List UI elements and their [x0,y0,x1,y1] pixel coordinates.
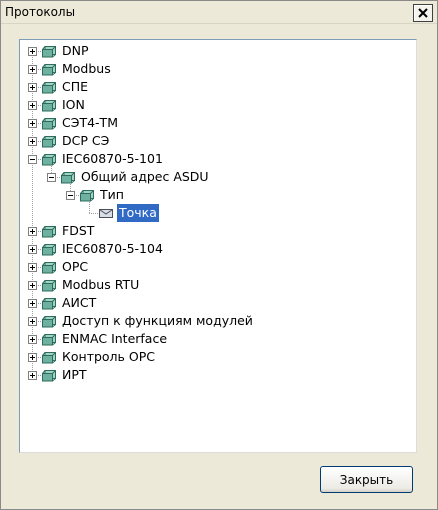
expand-icon[interactable] [28,137,37,146]
folder-icon [42,64,56,76]
collapse-icon[interactable] [28,155,37,164]
tree-item[interactable]: Modbus RTU [20,276,410,294]
tree-item[interactable]: Modbus [20,60,410,78]
tree-item[interactable]: Доступ к функциям модулей [20,312,410,330]
protocol-tree[interactable]: DNP Modbus СПЕ ION СЭТ4-ТМ DCP СЭ IEC60870-5-1… [19,39,417,453]
folder-icon [42,244,56,256]
window-title: Протоколы [5,5,76,19]
folder-icon [42,316,56,328]
folder-icon [42,298,56,310]
tree-item-label: АИСТ [62,295,97,310]
tree-item-label: Тип [100,187,124,202]
expand-icon[interactable] [28,119,37,128]
close-button[interactable]: Закрыть [320,466,413,493]
tree-item-label: СПЕ [62,79,89,94]
tree-item-label: FDST [62,223,95,238]
tree-item-label: ENMAC Interface [62,331,168,346]
tree-item-label: Доступ к функциям модулей [62,313,253,328]
expand-icon[interactable] [28,281,37,290]
folder-icon [42,226,56,238]
folder-icon [42,100,56,112]
tree-item[interactable]: ENMAC Interface [20,330,410,348]
tree-item[interactable]: IEC60870-5-101 [20,150,410,168]
tree-item[interactable]: СПЕ [20,78,410,96]
protocols-dialog: Протоколы DNP Modbus СПЕ ION СЭТ4-ТМ DCP СЭ IE… [0,0,438,510]
expand-icon[interactable] [28,299,37,308]
expand-icon[interactable] [28,101,37,110]
tree-item[interactable]: IEC60870-5-104 [20,240,410,258]
tree-item-label: Modbus [62,61,111,76]
tree-item-label: Modbus RTU [62,277,140,292]
tree-item[interactable]: Точка [20,204,410,222]
folder-icon [42,118,56,130]
expand-icon[interactable] [28,47,37,56]
tree-item[interactable]: АИСТ [20,294,410,312]
folder-icon [42,46,56,58]
folder-icon [42,370,56,382]
window-close-button[interactable] [413,4,433,22]
tree-item[interactable]: DCP СЭ [20,132,410,150]
tree-item-label: Точка [117,204,159,222]
tree-item-label: ION [62,97,85,112]
collapse-icon[interactable] [47,173,56,182]
folder-icon [42,334,56,346]
expand-icon[interactable] [28,65,37,74]
folder-icon [80,190,94,202]
tree-item-label: ИРТ [62,367,87,382]
tree-item[interactable]: СЭТ4-ТМ [20,114,410,132]
folder-icon [42,154,56,166]
title-bar: Протоколы [1,1,437,24]
tree-item-label: DNP [62,43,89,58]
tree-item-label: IEC60870-5-101 [62,151,163,166]
expand-icon[interactable] [28,335,37,344]
expand-icon[interactable] [28,227,37,236]
point-icon [99,209,113,218]
tree-item-label: DCP СЭ [62,133,110,148]
folder-icon [42,136,56,148]
tree-item[interactable]: ION [20,96,410,114]
folder-icon [42,82,56,94]
tree-item-label: Контроль OPC [62,349,155,364]
close-icon [418,8,428,18]
tree-item-label: Общий адрес ASDU [81,169,209,184]
tree-item-label: СЭТ4-ТМ [62,115,118,130]
tree-item-label: IEC60870-5-104 [62,241,163,256]
expand-icon[interactable] [28,317,37,326]
tree-item[interactable]: Общий адрес ASDU [20,168,410,186]
folder-icon [61,172,75,184]
tree-item[interactable]: DNP [20,42,410,60]
tree-item[interactable]: FDST [20,222,410,240]
tree-item[interactable]: OPC [20,258,410,276]
folder-icon [42,280,56,292]
tree-item-label: OPC [62,259,89,274]
expand-icon[interactable] [28,263,37,272]
tree-item[interactable]: Контроль OPC [20,348,410,366]
expand-icon[interactable] [28,371,37,380]
tree-item[interactable]: Тип [20,186,410,204]
tree-item[interactable]: ИРТ [20,366,410,384]
folder-icon [42,262,56,274]
expand-icon[interactable] [28,245,37,254]
expand-icon[interactable] [28,353,37,362]
collapse-icon[interactable] [66,191,75,200]
folder-icon [42,352,56,364]
expand-icon[interactable] [28,83,37,92]
